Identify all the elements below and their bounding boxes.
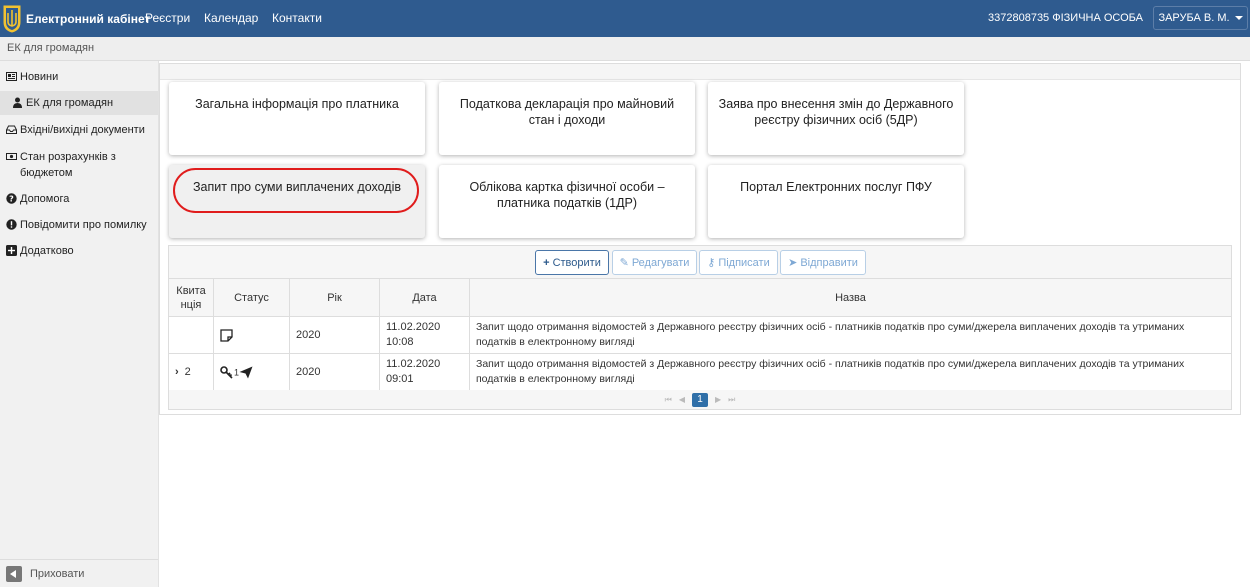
card-property-declaration[interactable]: Податкова декларація про майновий стан і… xyxy=(439,82,695,155)
edit-button-label: Редагувати xyxy=(631,256,690,269)
plus-square-icon xyxy=(6,245,17,256)
column-header-name[interactable]: Назва xyxy=(469,278,1232,317)
last-page-icon[interactable]: ⏭ xyxy=(728,395,735,405)
user-menu-button[interactable]: ЗАРУБА В. М. xyxy=(1153,6,1248,30)
table-toolbar: + Створити ✎ Редагувати ⚷ Підписати ➤ Ві… xyxy=(168,245,1232,278)
cell-name: Запит щодо отримання відомостей з Держав… xyxy=(469,316,1232,354)
prev-page-icon[interactable]: ◀ xyxy=(679,395,685,404)
card-label: Заява про внесення змін до Державного ре… xyxy=(718,97,954,127)
sidebar-item-additional[interactable]: Додатково xyxy=(0,243,158,259)
cell-date: 11.02.2020 09:01 xyxy=(379,353,470,391)
column-header-date[interactable]: Дата xyxy=(379,278,470,317)
caret-down-icon xyxy=(1234,16,1243,20)
draft-note-icon xyxy=(220,328,233,342)
sidebar-item-label: Додатково xyxy=(20,245,74,257)
nav-link-registries[interactable]: Реєстри xyxy=(145,11,190,25)
table-row[interactable]: 2020 11.02.2020 10:08 Запит щодо отриман… xyxy=(168,316,1232,354)
paper-plane-icon: ➤ xyxy=(788,257,798,269)
column-header-status[interactable]: Статус xyxy=(213,278,290,317)
send-button[interactable]: ➤ Відправити xyxy=(780,250,866,275)
create-button-label: Створити xyxy=(552,256,601,269)
sidebar-item-help[interactable]: ? Допомога xyxy=(0,191,158,207)
sidebar-item-label: Допомога xyxy=(20,193,70,205)
cell-year: 2020 xyxy=(289,353,380,391)
cell-year: 2020 xyxy=(289,316,380,354)
sign-button[interactable]: ⚷ Підписати xyxy=(699,250,778,275)
inbox-icon xyxy=(6,125,17,134)
key-icon: ⚷ xyxy=(707,257,716,269)
sidebar: Новини ЕК для громадян Вхідні/вихідні до… xyxy=(0,61,159,587)
arrow-left-square-icon xyxy=(6,565,22,582)
svg-text:?: ? xyxy=(9,195,14,204)
key-icon xyxy=(220,365,233,379)
breadcrumb-bar: ЕК для громадян xyxy=(0,37,1250,61)
page-number-current[interactable]: 1 xyxy=(692,392,708,407)
newspaper-icon xyxy=(6,72,17,81)
card-income-request[interactable]: Запит про суми виплачених доходів xyxy=(169,165,425,238)
sidebar-item-report-error[interactable]: Повідомити про помилку xyxy=(0,217,158,233)
edit-button[interactable]: ✎ Редагувати xyxy=(612,250,697,275)
user-name: ЗАРУБА В. М. xyxy=(1158,12,1230,24)
card-1dr-registration[interactable]: Облікова картка фізичної особи – платник… xyxy=(439,165,695,238)
hide-sidebar-button[interactable]: Приховати xyxy=(0,559,158,587)
first-page-icon[interactable]: ⏮ xyxy=(665,395,672,405)
sidebar-item-citizens[interactable]: ЕК для громадян xyxy=(0,91,158,115)
exclamation-icon xyxy=(6,219,17,230)
card-label: Податкова декларація про майновий стан і… xyxy=(459,97,675,127)
cell-date: 11.02.2020 10:08 xyxy=(379,316,470,354)
sidebar-item-documents[interactable]: Вхідні/вихідні документи xyxy=(0,122,158,138)
brand[interactable]: Електронний кабінет xyxy=(0,0,150,37)
card-label: Облікова картка фізичної особи – платник… xyxy=(469,180,665,210)
card-pfu-portal[interactable]: Портал Електронних послуг ПФУ xyxy=(708,165,964,238)
plus-icon: + xyxy=(543,256,550,269)
paper-plane-icon xyxy=(239,366,253,378)
sidebar-item-label: Новини xyxy=(20,71,59,83)
card-5dr-application[interactable]: Заява про внесення змін до Державного ре… xyxy=(708,82,964,155)
sidebar-item-label: Вхідні/вихідні документи xyxy=(20,124,145,136)
cell-receipt xyxy=(168,316,214,354)
expand-chevron-icon[interactable]: › xyxy=(175,366,179,378)
card-general-info[interactable]: Загальна інформація про платника xyxy=(169,82,425,155)
user-id-label: 3372808735 ФІЗИЧНА ОСОБА xyxy=(988,12,1143,24)
sidebar-item-label: Повідомити про помилку xyxy=(20,219,147,231)
cell-name: Запит щодо отримання відомостей з Держав… xyxy=(469,353,1232,391)
table-row[interactable]: › 2 1 2020 11.02.2020 09:01 Запит щодо от… xyxy=(168,353,1232,391)
next-page-icon[interactable]: ▶ xyxy=(715,395,721,404)
breadcrumb: ЕК для громадян xyxy=(7,42,95,54)
pagination: ⏮ ◀ 1 ▶ ⏭ xyxy=(168,390,1232,410)
edit-icon: ✎ xyxy=(619,257,629,269)
panel-header-strip xyxy=(160,64,1240,80)
money-icon xyxy=(6,153,17,160)
sidebar-item-label: ЕК для громадян xyxy=(26,97,114,109)
card-label: Загальна інформація про платника xyxy=(195,97,399,111)
main-panel: Загальна інформація про платника Податко… xyxy=(159,63,1241,415)
send-button-label: Відправити xyxy=(800,256,858,269)
table-header-row: Квита нція Статус Рік Дата Назва xyxy=(168,278,1232,317)
question-icon: ? xyxy=(6,193,17,204)
hide-sidebar-label: Приховати xyxy=(30,567,85,580)
sidebar-item-news[interactable]: Новини xyxy=(0,69,158,85)
sidebar-item-label: Стан розрахунків з бюджетом xyxy=(20,151,116,179)
requests-table: Квита нція Статус Рік Дата Назва 2020 11… xyxy=(168,278,1232,391)
column-header-receipt[interactable]: Квита нція xyxy=(168,278,214,317)
cell-receipt: › 2 xyxy=(168,353,214,391)
trident-logo-icon xyxy=(3,5,21,33)
top-navbar: Електронний кабінет Реєстри Календар Кон… xyxy=(0,0,1250,37)
cell-status xyxy=(213,316,290,354)
nav-link-calendar[interactable]: Календар xyxy=(204,11,258,25)
card-label: Портал Електронних послуг ПФУ xyxy=(740,180,932,194)
brand-title: Електронний кабінет xyxy=(26,11,151,26)
cell-status: 1 xyxy=(213,353,290,391)
user-icon xyxy=(13,97,22,108)
nav-link-contacts[interactable]: Контакти xyxy=(272,11,322,25)
column-header-year[interactable]: Рік xyxy=(289,278,380,317)
sidebar-item-budget[interactable]: Стан розрахунків з бюджетом xyxy=(0,149,158,181)
sign-button-label: Підписати xyxy=(718,256,770,269)
red-highlight-oval xyxy=(173,168,419,213)
create-button[interactable]: + Створити xyxy=(535,250,609,275)
